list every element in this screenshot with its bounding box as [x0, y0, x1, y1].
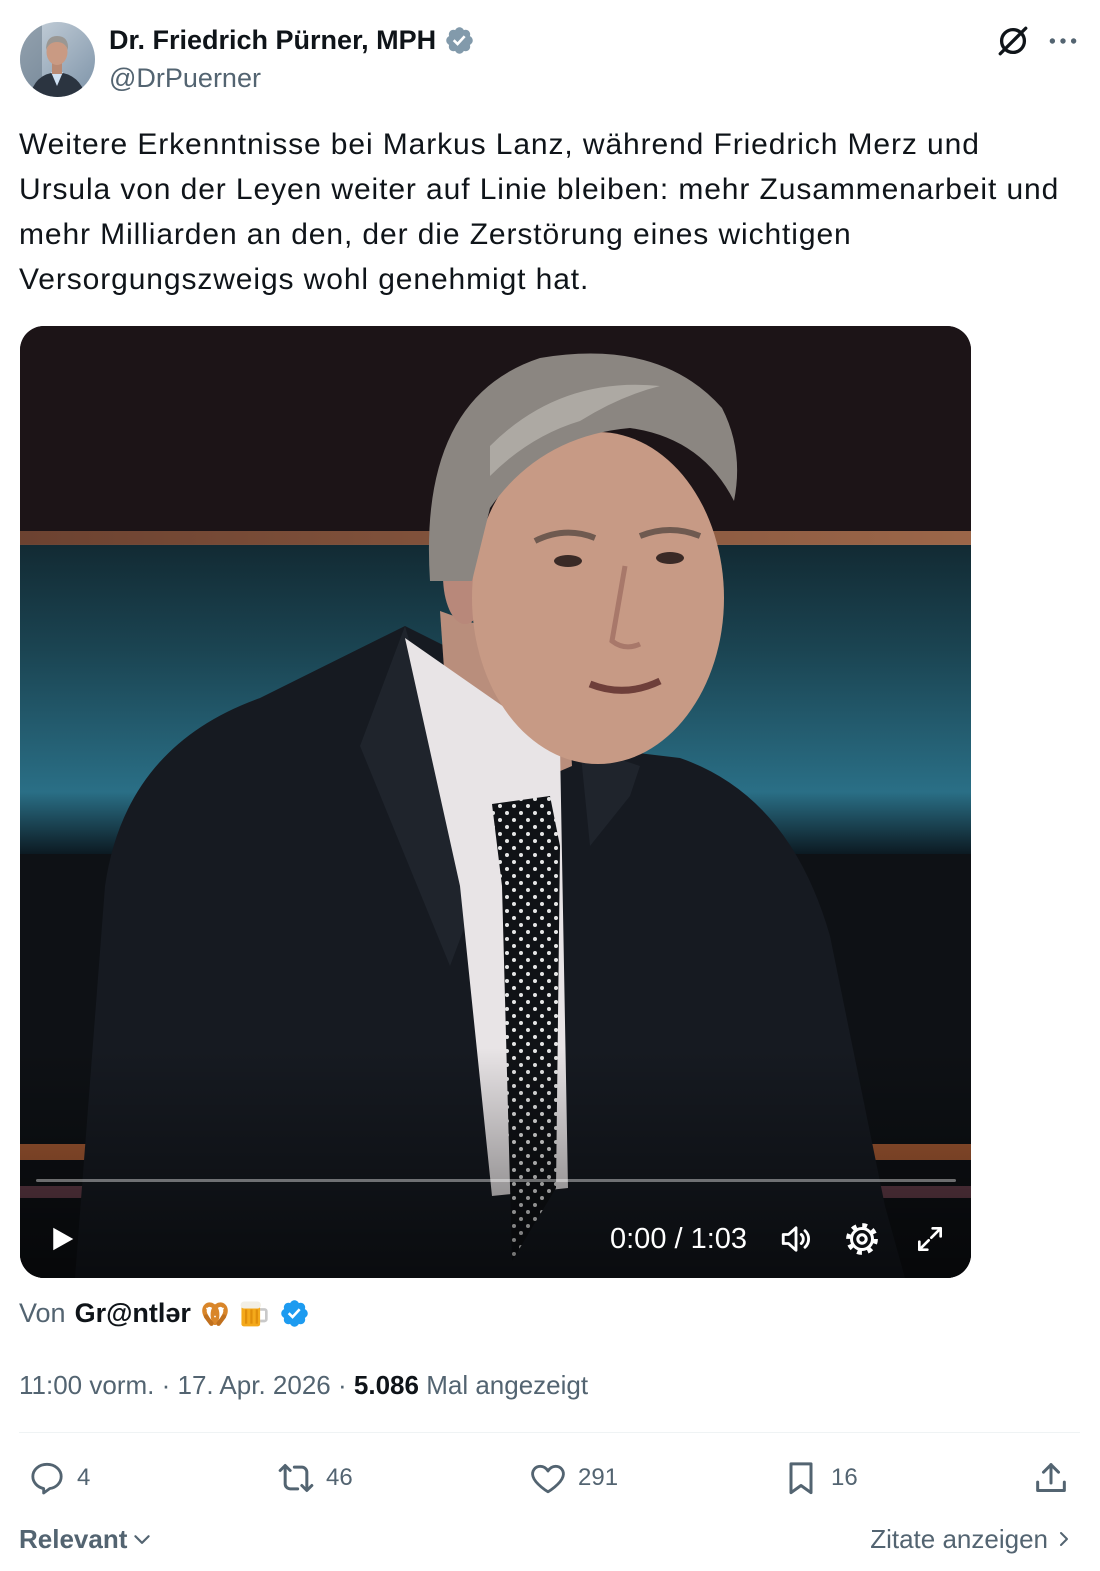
pretzel-emoji-icon: [199, 1297, 231, 1329]
verified-badge-icon[interactable]: [279, 1298, 310, 1329]
sort-label: Relevant: [19, 1523, 128, 1554]
author-avatar[interactable]: [20, 22, 95, 97]
post-date[interactable]: 17. Apr. 2026: [178, 1370, 331, 1400]
author-handle[interactable]: @DrPuerner: [109, 60, 261, 96]
tweet-text-line: mehr Milliarden an den, der die Zerstöru…: [19, 218, 852, 251]
bookmark-button[interactable]: 16: [781, 1458, 858, 1498]
repost-button[interactable]: 46: [276, 1458, 353, 1498]
play-icon[interactable]: [42, 1219, 82, 1259]
video-attribution: Von Gr@ntlər: [19, 1294, 310, 1332]
like-button[interactable]: 291: [528, 1458, 618, 1498]
reply-count: 4: [77, 1464, 91, 1491]
grok-icon[interactable]: [992, 20, 1034, 62]
presenter-eye: [656, 552, 684, 564]
meta-separator: ·: [337, 1370, 347, 1400]
author-name-row[interactable]: Dr. Friedrich Pürner, MPH: [109, 22, 475, 58]
author-name[interactable]: Dr. Friedrich Pürner, MPH: [109, 22, 436, 58]
tweet-text-line: Weitere Erkenntnisse bei Markus Lanz, wä…: [19, 128, 980, 161]
video-player[interactable]: 0:00 / 1:03: [20, 326, 971, 1278]
beer-mug-emoji-icon: [237, 1297, 269, 1329]
like-count: 291: [578, 1464, 619, 1491]
fullscreen-icon[interactable]: [910, 1219, 950, 1259]
bookmark-icon: [789, 1462, 813, 1495]
video-progress-bar[interactable]: [36, 1179, 956, 1182]
view-count-label: Mal angezeigt: [426, 1370, 589, 1400]
reply-icon: [31, 1462, 63, 1495]
avatar-photo: [20, 22, 95, 97]
bookmark-count: 16: [831, 1464, 858, 1491]
divider: [19, 1432, 1080, 1433]
video-controls-shade: [20, 1048, 971, 1278]
attribution-name[interactable]: Gr@ntlər: [75, 1298, 191, 1329]
view-quotes-label: Zitate anzeigen: [870, 1523, 1048, 1554]
share-icon: [1036, 1463, 1066, 1492]
view-count: 5.086: [353, 1370, 419, 1400]
tweet-text: Weitere Erkenntnisse bei Markus Lanz, wä…: [19, 122, 1059, 302]
share-button[interactable]: [1031, 1458, 1071, 1498]
view-quotes-link[interactable]: Zitate anzeigen: [870, 1520, 1074, 1558]
sort-replies-dropdown[interactable]: Relevant: [19, 1520, 153, 1558]
attribution-prefix: Von: [19, 1297, 66, 1328]
repost-icon: [278, 1464, 314, 1492]
post-time[interactable]: 11:00 vorm.: [19, 1370, 154, 1400]
verified-badge-icon[interactable]: [444, 25, 475, 56]
settings-icon[interactable]: [842, 1219, 882, 1259]
tweet-text-line: Ursula von der Leyen weiter auf Linie bl…: [19, 173, 1060, 206]
tweet-meta: 11:00 vorm. · 17. Apr. 2026 · 5.086 Mal …: [19, 1366, 588, 1404]
chevron-right-icon: [1060, 1532, 1068, 1546]
meta-separator: ·: [161, 1370, 171, 1400]
more-icon[interactable]: [1043, 21, 1083, 61]
video-time: 0:00 / 1:03: [610, 1223, 748, 1255]
like-icon: [531, 1464, 565, 1494]
chevron-down-icon: [134, 1535, 151, 1544]
tweet-text-line: Versorgungszweigs wohl genehmigt hat.: [19, 263, 590, 296]
reply-button[interactable]: 4: [27, 1458, 90, 1498]
repost-count: 46: [326, 1464, 353, 1491]
volume-icon[interactable]: [776, 1219, 816, 1259]
presenter-eye: [554, 555, 582, 567]
